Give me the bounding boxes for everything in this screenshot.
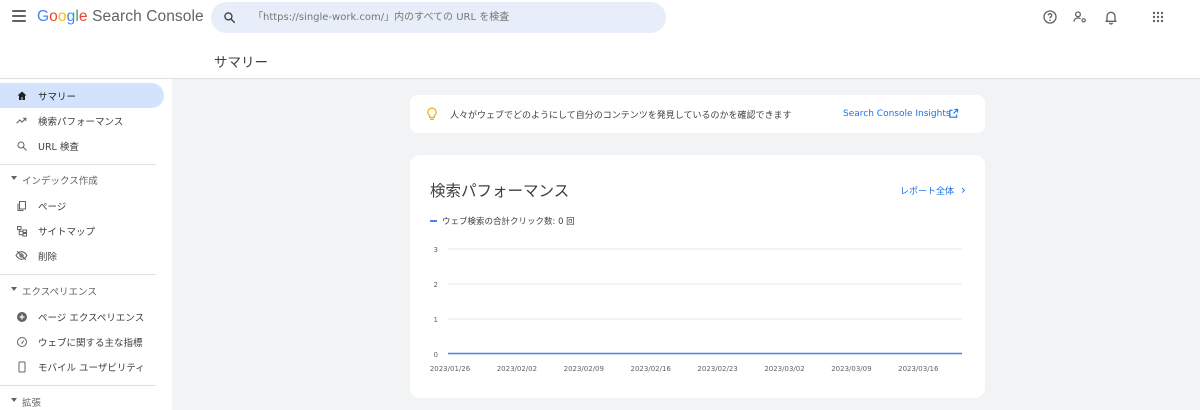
manage-users-icon[interactable]: [1072, 9, 1088, 25]
sitemap-icon: [15, 224, 28, 237]
open-in-new-icon[interactable]: [948, 108, 959, 119]
x-tick-label: 2023/03/09: [831, 365, 871, 373]
search-input[interactable]: [253, 2, 653, 33]
help-icon[interactable]: [1042, 9, 1058, 25]
url-inspection-search[interactable]: [211, 2, 666, 33]
lightbulb-icon: [427, 107, 437, 120]
y-tick-label: 2: [434, 281, 438, 289]
page-title-bar: サマリー: [0, 36, 1200, 79]
home-icon: [15, 89, 28, 102]
performance-card: 検索パフォーマンス レポート全体 › ウェブ検索の合計クリック数: 0 回 3 2…: [410, 155, 985, 398]
main-content: 人々がウェブでどのようにして自分のコンテンツを発見しているのかを確認できます S…: [172, 79, 1200, 410]
sidebar-item-sitemaps[interactable]: サイトマップ: [0, 218, 164, 243]
performance-title: 検索パフォーマンス: [430, 182, 570, 200]
y-tick-label: 1: [434, 316, 438, 324]
sidebar-section-experience[interactable]: エクスペリエンス: [0, 281, 164, 301]
caret-down-icon: [11, 398, 17, 402]
menu-icon[interactable]: [12, 10, 26, 22]
chevron-right-icon: ›: [961, 183, 966, 197]
apps-icon[interactable]: [1150, 9, 1166, 25]
trending-icon: [15, 114, 28, 127]
insights-message: 人々がウェブでどのようにして自分のコンテンツを発見しているのかを確認できます: [450, 111, 792, 121]
sidebar-item-url-inspection[interactable]: URL 検査: [0, 133, 164, 158]
legend-swatch: [430, 220, 437, 222]
search-console-insights-link[interactable]: Search Console Insights: [843, 109, 951, 119]
sidebar-section-enhancements[interactable]: 拡張: [0, 392, 164, 410]
x-tick-label: 2023/02/09: [564, 365, 604, 373]
sidebar-section-indexing[interactable]: インデックス作成: [0, 170, 164, 190]
insights-banner: 人々がウェブでどのようにして自分のコンテンツを発見しているのかを確認できます S…: [410, 95, 985, 133]
removals-icon: [15, 249, 28, 262]
sidebar-item-removals[interactable]: 削除: [0, 243, 164, 268]
x-tick-label: 2023/02/23: [697, 365, 737, 373]
caret-down-icon: [11, 176, 17, 180]
sidebar-item-summary[interactable]: サマリー: [0, 83, 164, 108]
product-logo[interactable]: Google Search Console: [37, 8, 204, 26]
x-tick-label: 2023/02/02: [497, 365, 537, 373]
y-tick-label: 3: [434, 246, 438, 254]
pages-icon: [15, 199, 28, 212]
sidebar-item-pages[interactable]: ページ: [0, 193, 164, 218]
x-tick-label: 2023/03/02: [764, 365, 804, 373]
sidebar: サマリー 検索パフォーマンス URL 検査 インデックス作成 ページ サイトマッ…: [0, 79, 172, 410]
caret-down-icon: [11, 287, 17, 291]
x-tick-label: 2023/02/16: [631, 365, 672, 373]
full-report-link[interactable]: レポート全体 ›: [900, 184, 966, 197]
speed-icon: [15, 335, 28, 348]
y-tick-label: 0: [434, 351, 438, 359]
sidebar-item-performance[interactable]: 検索パフォーマンス: [0, 108, 164, 133]
notifications-icon[interactable]: [1103, 9, 1119, 25]
sidebar-item-core-web-vitals[interactable]: ウェブに関する主な指標: [0, 329, 164, 354]
sidebar-item-mobile-usability[interactable]: モバイル ユーザビリティ: [0, 354, 164, 379]
x-tick-label: 2023/03/16: [898, 365, 939, 373]
clicks-line-chart: 3 2 1 0 2023/01/26 2023/02/02 2023/02/09 2023/0…: [430, 246, 962, 373]
sidebar-divider: [0, 164, 156, 165]
x-tick-label: 2023/01/26: [430, 365, 471, 373]
page-experience-icon: [15, 310, 28, 323]
product-name: Search Console: [92, 8, 204, 25]
search-icon: [224, 12, 236, 24]
top-app-bar: Google Search Console: [0, 0, 1200, 36]
sidebar-divider: [0, 385, 156, 386]
sidebar-item-page-experience[interactable]: ページ エクスペリエンス: [0, 304, 164, 329]
page-title: サマリー: [214, 55, 268, 71]
sidebar-divider: [0, 274, 156, 275]
legend-label: ウェブ検索の合計クリック数: 0 回: [442, 217, 575, 227]
search-icon: [15, 139, 28, 152]
mobile-icon: [15, 360, 28, 373]
chart-legend: ウェブ検索の合計クリック数: 0 回: [430, 215, 575, 227]
